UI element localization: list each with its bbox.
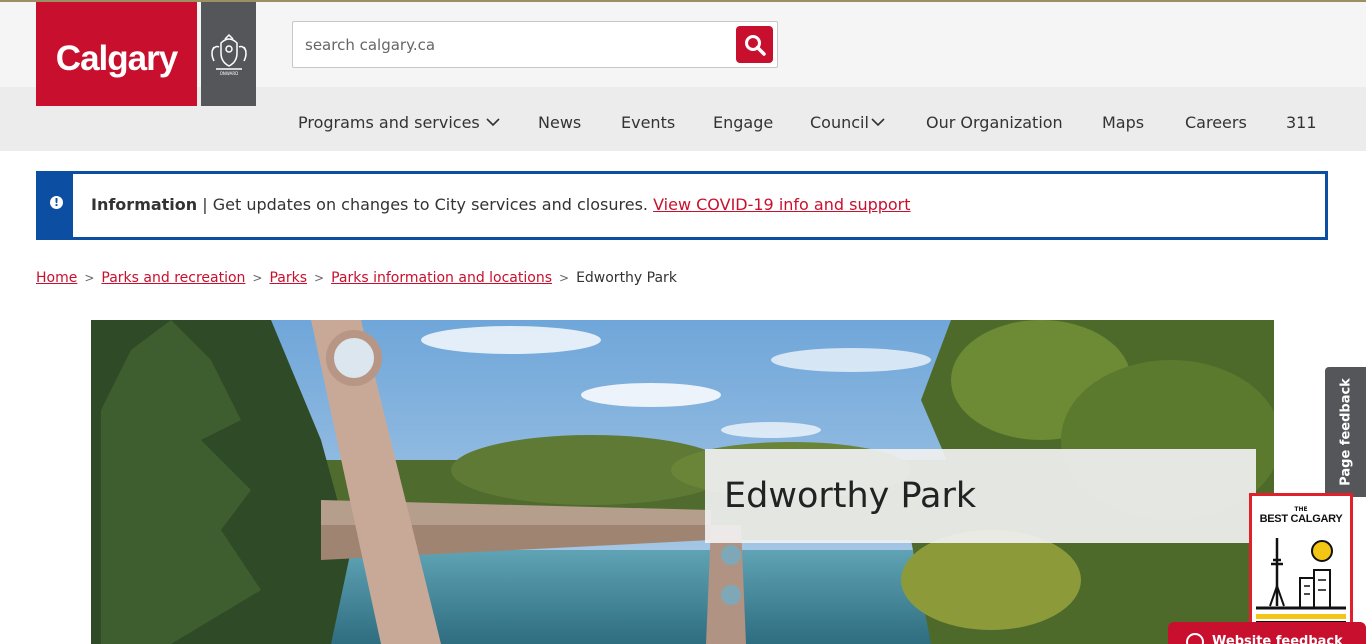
breadcrumb-parks-information[interactable]: Parks information and locations <box>331 270 552 286</box>
nav-label: Engage <box>713 113 774 132</box>
breadcrumb: Home > Parks and recreation > Parks > Pa… <box>36 270 677 286</box>
nav-programs-and-services[interactable]: Programs and services <box>298 113 500 132</box>
hero-image: Edworthy Park <box>91 320 1274 644</box>
info-banner-text: Information | Get updates on changes to … <box>91 195 911 214</box>
nav-label: News <box>538 113 582 132</box>
nav-311[interactable]: 311 <box>1286 113 1317 132</box>
exclamation-icon: ! <box>50 196 63 209</box>
search-button[interactable] <box>736 26 773 63</box>
nav-label: 311 <box>1286 113 1317 132</box>
best-calgary-badge[interactable]: THE BEST CALGARY <box>1249 493 1353 630</box>
page-feedback-tab[interactable]: Page feedback <box>1325 367 1366 497</box>
nav-label: Programs and services <box>298 113 480 132</box>
nav-label: Careers <box>1185 113 1247 132</box>
calgary-logo[interactable]: Calgary <box>36 2 197 106</box>
chevron-right-icon: > <box>314 271 325 285</box>
nav-our-organization[interactable]: Our Organization <box>926 113 1063 132</box>
covid-info-link[interactable]: View COVID-19 info and support <box>653 195 910 214</box>
website-feedback-label: Website feedback <box>1212 634 1343 644</box>
page-feedback-label: Page feedback <box>1338 378 1353 486</box>
badge-title: BEST CALGARY <box>1259 513 1343 525</box>
crest-icon: ONWARD <box>201 2 256 106</box>
breadcrumb-home[interactable]: Home <box>36 270 77 286</box>
nav-engage[interactable]: Engage <box>713 113 773 132</box>
info-message: Get updates on changes to City services … <box>212 195 648 214</box>
nav-label: Maps <box>1102 113 1145 132</box>
chevron-right-icon: > <box>84 271 95 285</box>
info-separator: | <box>202 195 208 214</box>
nav-label: Council <box>810 113 869 132</box>
info-banner: ! Information | Get updates on changes t… <box>36 171 1328 240</box>
breadcrumb-parks[interactable]: Parks <box>269 270 307 286</box>
chat-icon <box>1186 633 1204 644</box>
nav-news[interactable]: News <box>538 113 581 132</box>
nav-council[interactable]: Council <box>810 113 885 132</box>
calgary-skyline-icon <box>1256 538 1346 624</box>
svg-text:ONWARD: ONWARD <box>219 71 237 76</box>
breadcrumb-current: Edworthy Park <box>576 270 677 286</box>
chevron-down-icon <box>871 118 885 127</box>
chevron-down-icon <box>486 118 500 127</box>
nav-careers[interactable]: Careers <box>1185 113 1247 132</box>
nav-label: Events <box>621 113 676 132</box>
search-input[interactable] <box>294 23 734 66</box>
chevron-right-icon: > <box>559 271 570 285</box>
search-box <box>292 21 778 68</box>
nav-events[interactable]: Events <box>621 113 675 132</box>
hero-title-box: Edworthy Park <box>705 449 1256 543</box>
chevron-right-icon: > <box>252 271 263 285</box>
info-heading: Information <box>91 195 198 214</box>
badge-the: THE <box>1294 506 1308 513</box>
page-title: Edworthy Park <box>724 476 977 516</box>
search-icon <box>744 34 766 56</box>
info-banner-strip: ! <box>39 174 73 237</box>
nav-label: Our Organization <box>926 113 1063 132</box>
logo-text: Calgary <box>55 39 178 78</box>
nav-maps[interactable]: Maps <box>1102 113 1144 132</box>
website-feedback-button[interactable]: Website feedback <box>1168 622 1366 644</box>
breadcrumb-parks-and-recreation[interactable]: Parks and recreation <box>101 270 245 286</box>
